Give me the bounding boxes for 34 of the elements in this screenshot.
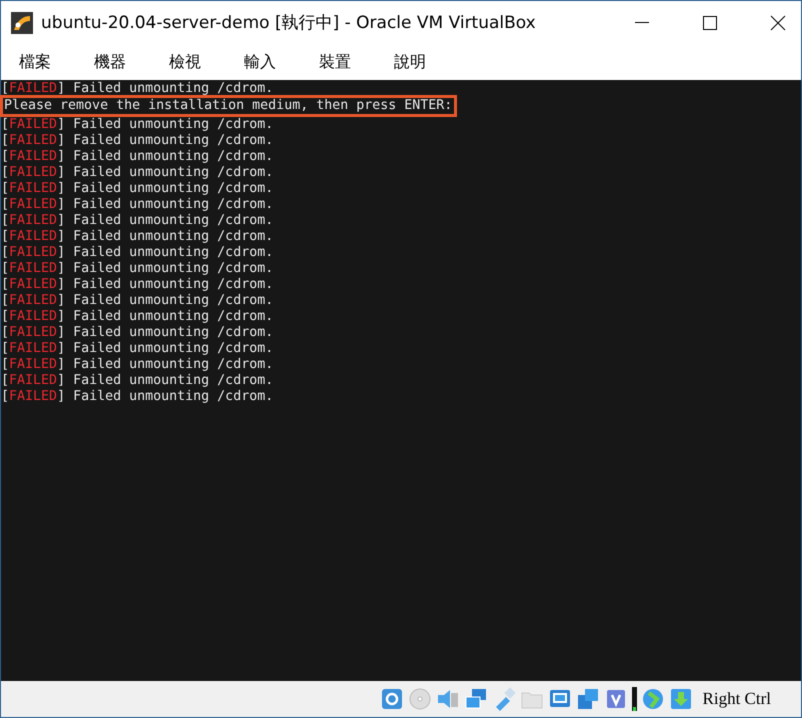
speaker-icon[interactable]: [436, 687, 460, 711]
activity-indicator-icon: [632, 687, 637, 711]
console-line: [FAILED] Failed unmounting /cdrom.: [1, 229, 274, 245]
console-line: [FAILED] Failed unmounting /cdrom.: [1, 309, 274, 325]
console-line: [FAILED] Failed unmounting /cdrom.: [1, 261, 274, 277]
console-line: [FAILED] Failed unmounting /cdrom.: [1, 133, 274, 149]
console-line: [FAILED] Failed unmounting /cdrom.: [1, 81, 274, 97]
menu-item[interactable]: 檔案: [7, 48, 63, 76]
minimize-icon: [635, 22, 649, 23]
console-line: [FAILED] Failed unmounting /cdrom.: [1, 325, 274, 341]
console-line: [FAILED] Failed unmounting /cdrom.: [1, 389, 274, 405]
console-line: [FAILED] Failed unmounting /cdrom.: [1, 165, 274, 181]
console-line: [FAILED] Failed unmounting /cdrom.: [1, 277, 274, 293]
console-line: [FAILED] Failed unmounting /cdrom.: [1, 181, 274, 197]
host-key-label: Right Ctrl: [702, 689, 771, 709]
console-line: [FAILED] Failed unmounting /cdrom.: [1, 213, 274, 229]
console-line: [FAILED] Failed unmounting /cdrom.: [1, 341, 274, 357]
menu-item[interactable]: 機器: [82, 48, 138, 76]
close-icon: [770, 14, 786, 30]
console-line: [FAILED] Failed unmounting /cdrom.: [1, 293, 274, 309]
console-line: [FAILED] Failed unmounting /cdrom.: [1, 197, 274, 213]
menu-item[interactable]: 檢視: [157, 48, 213, 76]
console-line: [FAILED] Failed unmounting /cdrom.: [1, 357, 274, 373]
app-logo-icon: [11, 12, 33, 34]
maximize-icon: [703, 16, 717, 30]
menu-item[interactable]: 說明: [382, 48, 438, 76]
console-line: [FAILED] Failed unmounting /cdrom.: [1, 245, 274, 261]
network-icon[interactable]: [464, 687, 488, 711]
window-title: ubuntu-20.04-server-demo [執行中] - Oracle VM VirtualBox: [41, 12, 537, 34]
console-line: [FAILED] Failed unmounting /cdrom.: [1, 373, 274, 389]
console-line: [FAILED] Failed unmounting /cdrom.: [1, 149, 274, 165]
console-line: [FAILED] Failed unmounting /cdrom.: [1, 117, 274, 133]
menu-item[interactable]: 輸入: [232, 48, 288, 76]
menu-item[interactable]: 裝置: [307, 48, 363, 76]
